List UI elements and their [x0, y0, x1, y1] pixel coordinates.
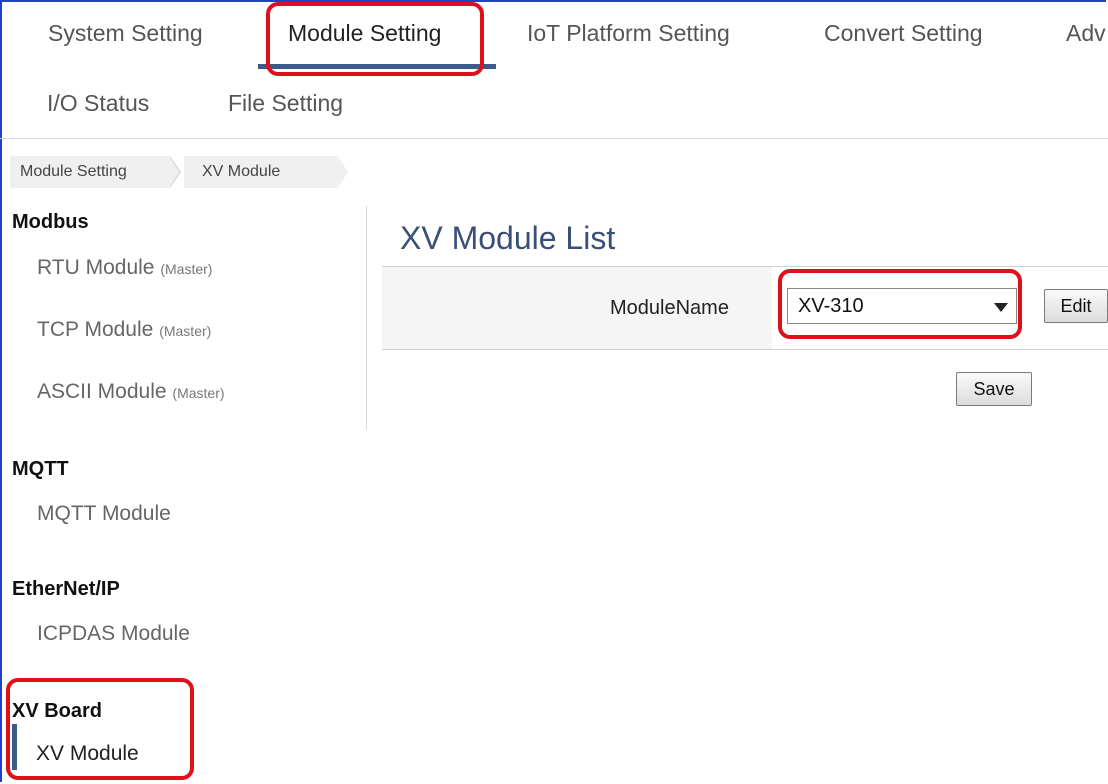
sidebar-item-xv-module[interactable]: XV Module [36, 742, 139, 766]
tab-file-setting[interactable]: File Setting [228, 90, 343, 117]
breadcrumb-end-arrow [338, 156, 348, 188]
chevron-down-icon [994, 303, 1008, 312]
sidebar-item-rtu-module[interactable]: RTU Module (Master) [37, 256, 212, 280]
tab-convert-setting[interactable]: Convert Setting [824, 20, 983, 47]
save-button[interactable]: Save [956, 372, 1032, 406]
edit-button[interactable]: Edit [1044, 289, 1108, 323]
sidebar-item-label: ASCII Module [37, 380, 167, 403]
module-name-label: ModuleName [610, 297, 729, 319]
sidebar-item-ascii-module[interactable]: ASCII Module (Master) [37, 380, 225, 404]
sidebar-item-sublabel: (Master) [172, 385, 225, 401]
sidebar-group-ethernetip: EtherNet/IP [12, 578, 120, 600]
module-name-selected-value: XV-310 [798, 295, 864, 317]
tab-advanced[interactable]: Adv [1066, 20, 1106, 47]
tab-system-setting[interactable]: System Setting [48, 20, 203, 47]
sidebar-group-xv-board: XV Board [12, 700, 103, 722]
sidebar-item-label: TCP Module [37, 318, 154, 341]
sidebar-group-modbus: Modbus [12, 211, 89, 233]
page-title: XV Module List [400, 220, 616, 256]
breadcrumb-module-setting[interactable]: Module Setting [10, 156, 170, 188]
tab-module-setting[interactable]: Module Setting [288, 20, 441, 47]
active-tab-underline [258, 64, 496, 69]
active-item-indicator [12, 724, 17, 770]
sidebar-item-sublabel: (Master) [160, 261, 213, 277]
sidebar-item-tcp-module[interactable]: TCP Module (Master) [37, 318, 211, 342]
breadcrumb-xv-module: XV Module [184, 156, 338, 188]
tab-io-status[interactable]: I/O Status [47, 90, 149, 117]
top-navigation: System Setting Module Setting IoT Platfo… [0, 0, 1108, 139]
sidebar-item-icpdas-module[interactable]: ICPDAS Module [37, 622, 190, 646]
sidebar-group-mqtt: MQTT [12, 458, 69, 480]
sidebar-item-label: RTU Module [37, 256, 155, 279]
sidebar-item-mqtt-module[interactable]: MQTT Module [37, 502, 171, 526]
sidebar-divider [366, 206, 367, 430]
sidebar-item-sublabel: (Master) [159, 323, 212, 339]
tab-iot-platform-setting[interactable]: IoT Platform Setting [527, 20, 730, 47]
breadcrumb-arrow [169, 156, 179, 188]
module-name-select[interactable]: XV-310 [787, 288, 1017, 324]
